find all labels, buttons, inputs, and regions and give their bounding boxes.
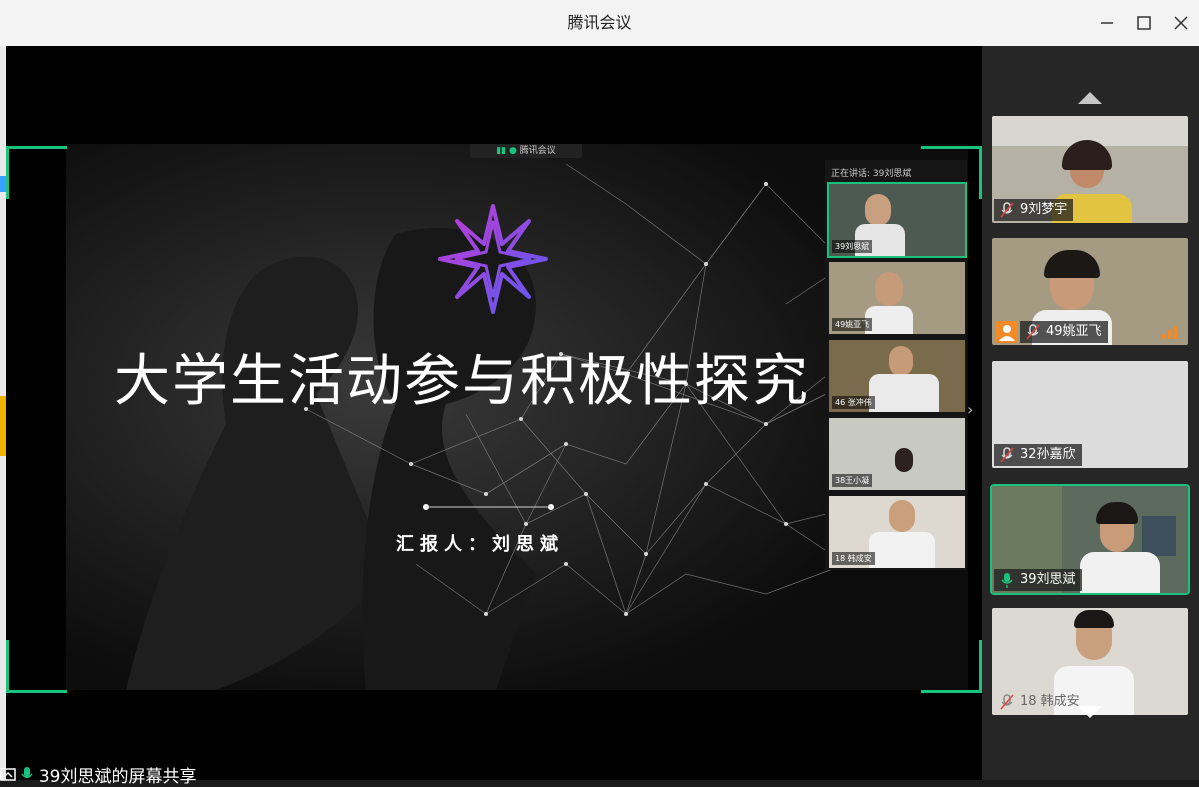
shared-screen-stage[interactable]: ▮▮ ● 腾讯会议 大学生活动参与积极性探究 汇报人：刘思斌 正在讲话: 39刘…: [6, 46, 982, 780]
slide-title: 大学生活动参与积极性探究: [114, 349, 810, 414]
slide-presenter: 汇报人：刘思斌: [396, 534, 564, 555]
share-frame-corner: [6, 146, 67, 199]
face: [889, 500, 915, 532]
signal-strength-icon: [1162, 326, 1177, 339]
participant-tile[interactable]: 9刘梦宇: [992, 116, 1188, 223]
participant-name: 32孙嘉欣: [994, 444, 1082, 466]
hair: [1096, 502, 1138, 524]
inner-tile: 18 韩成安: [829, 496, 965, 568]
participant-name: 9刘梦宇: [994, 199, 1074, 221]
mic-muted-icon: [1000, 202, 1014, 218]
avatar-icon: [996, 321, 1018, 343]
speaking-indicator: 正在讲话: 39刘思斌: [831, 169, 912, 179]
inner-tile: 49姚亚飞: [829, 262, 965, 334]
scroll-down-button[interactable]: [1078, 706, 1102, 720]
mic-muted-icon: [1000, 447, 1014, 463]
shirt: [869, 374, 939, 412]
mic-active-icon: [1001, 573, 1013, 588]
signal-icon: ▮▮ ●: [496, 146, 517, 156]
participant-name: 18 韩成安: [994, 691, 1086, 713]
maximize-icon: [1137, 16, 1151, 30]
share-frame-corner: [921, 640, 982, 693]
close-icon: [1174, 16, 1188, 30]
scroll-up-button[interactable]: [1078, 92, 1102, 106]
screen-share-icon: [0, 767, 16, 781]
close-button[interactable]: [1166, 8, 1196, 38]
face: [875, 272, 903, 306]
participant-tile[interactable]: 32孙嘉欣: [992, 361, 1188, 468]
chevron-right-icon: ›: [967, 400, 974, 419]
face: [889, 346, 913, 376]
hair: [1074, 610, 1114, 628]
face: [895, 448, 913, 472]
mic-muted-icon: [1000, 694, 1014, 710]
shirt: [869, 532, 935, 568]
inner-video-panel: 正在讲话: 39刘思斌 39刘思斌 49姚亚飞 46 张冲伟 38王小凝 18 …: [825, 160, 973, 570]
participant-tile[interactable]: 18 韩成安: [992, 608, 1188, 715]
minimize-button[interactable]: [1092, 8, 1122, 38]
participant-name: 39刘思斌: [994, 569, 1082, 591]
inner-tile: 46 张冲伟: [829, 340, 965, 412]
share-frame-corner: [921, 146, 982, 199]
minimize-icon: [1101, 22, 1113, 24]
meeting-badge: ▮▮ ● 腾讯会议: [470, 144, 582, 158]
shirt: [865, 306, 913, 334]
participant-tile-active[interactable]: 39刘思斌: [990, 484, 1190, 595]
participant-name: 49姚亚飞: [1020, 321, 1108, 343]
face: [865, 194, 891, 226]
share-frame-corner: [6, 640, 67, 693]
participant-tile[interactable]: 49姚亚飞: [992, 238, 1188, 345]
poster: [1142, 516, 1176, 556]
participant-sidebar: 9刘梦宇 49姚亚飞 32孙嘉欣 39刘思斌 18 韩成安: [982, 46, 1199, 780]
mic-active-icon: [21, 766, 33, 778]
shirt: [1080, 552, 1160, 593]
star-logo-icon: [438, 204, 548, 314]
window-title: 腾讯会议: [567, 13, 632, 32]
screen-share-status: 39刘思斌的屏幕共享: [0, 762, 196, 787]
title-bar: 腾讯会议: [0, 0, 1199, 46]
maximize-button[interactable]: [1129, 8, 1159, 38]
inner-tile: 38王小凝: [829, 418, 965, 490]
hair: [1044, 250, 1100, 278]
mic-muted-icon: [1026, 324, 1040, 340]
